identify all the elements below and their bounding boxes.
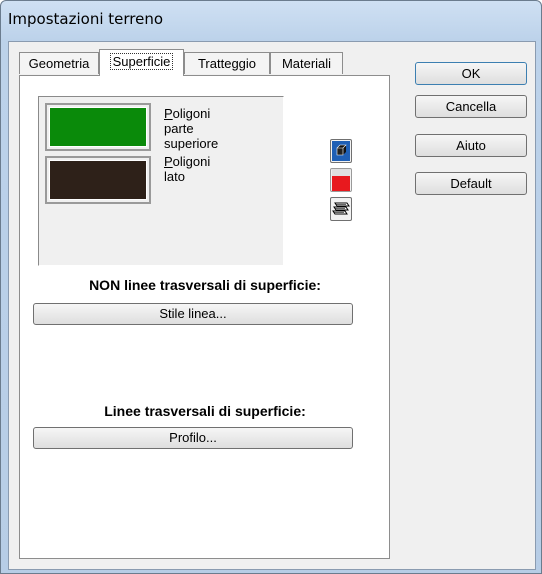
tab-materiali[interactable]: Materiali [270, 52, 343, 74]
dialog-window: Impostazioni terreno Geometria Superfici… [0, 0, 542, 574]
window-title: Impostazioni terreno [8, 10, 164, 28]
side-polygon-label: Poligoni lato [164, 154, 211, 184]
tab-page-superficie: Poligoni parte superiore Poligoni lato N… [19, 75, 390, 559]
default-button[interactable]: Default [415, 172, 527, 195]
tab-geometria[interactable]: Geometria [19, 52, 99, 74]
top-polygon-color-swatch[interactable] [45, 103, 151, 151]
red-fill-icon [332, 169, 350, 191]
swatch-panel: Poligoni parte superiore Poligoni lato [38, 96, 284, 266]
tab-superficie[interactable]: Superficie [99, 49, 184, 76]
non-lines-heading: NON linee trasversali di superficie: [89, 277, 321, 293]
solid-shading-button[interactable] [330, 139, 352, 163]
cube-solid-icon [332, 141, 350, 161]
tab-tratteggio[interactable]: Tratteggio [184, 52, 270, 74]
dialog-client-area: Geometria Superficie Tratteggio Material… [8, 41, 536, 570]
profile-button[interactable]: Profilo... [33, 427, 353, 449]
side-polygon-color-swatch[interactable] [45, 156, 151, 204]
title-bar[interactable]: Impostazioni terreno [1, 1, 541, 41]
color-fill-button[interactable] [330, 168, 352, 192]
layers-button[interactable] [330, 197, 352, 221]
cancel-button[interactable]: Cancella [415, 95, 527, 118]
lines-heading: Linee trasversali di superficie: [104, 403, 306, 419]
top-polygon-label: Poligoni parte superiore [164, 106, 219, 151]
help-button[interactable]: Aiuto [415, 134, 527, 157]
ok-button[interactable]: OK [415, 62, 527, 85]
layers-icon [332, 202, 350, 215]
line-style-button[interactable]: Stile linea... [33, 303, 353, 325]
